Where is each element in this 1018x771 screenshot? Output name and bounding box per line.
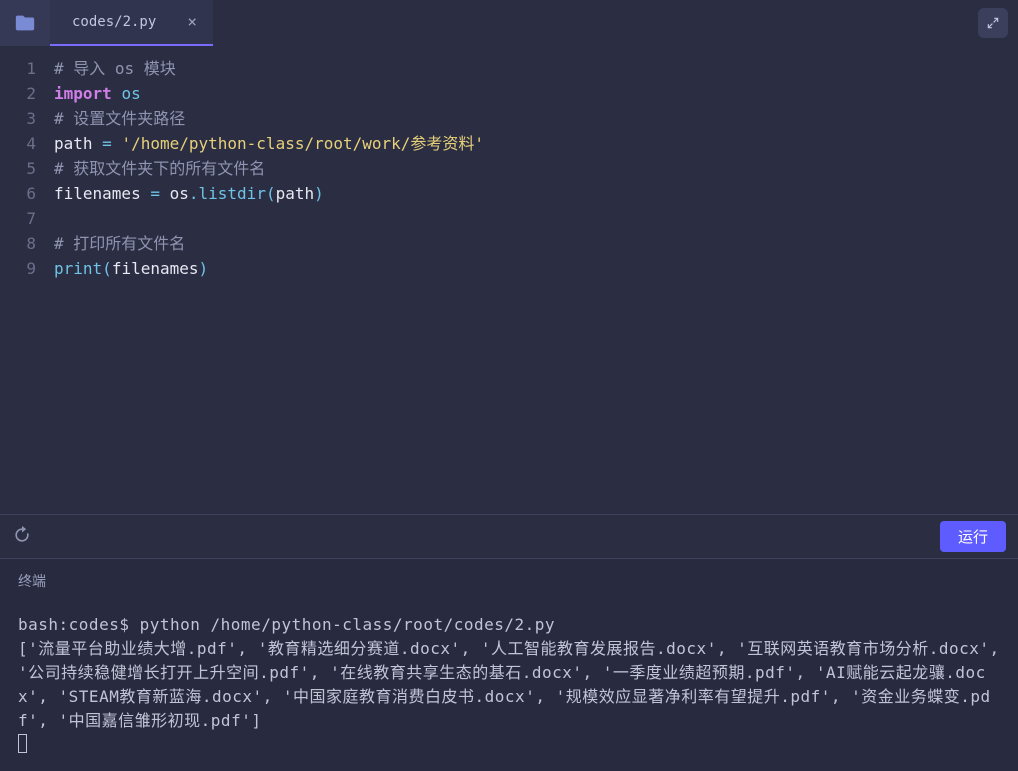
code-line: path = '/home/python-class/root/work/参考资… <box>54 131 1018 156</box>
terminal-title: 终端 <box>18 571 1000 591</box>
code-area[interactable]: # 导入 os 模块import os# 设置文件夹路径path = '/hom… <box>44 56 1018 514</box>
terminal-panel: 终端 bash:codes$ python /home/python-class… <box>0 558 1018 771</box>
terminal-cursor <box>18 734 27 753</box>
code-line: # 获取文件夹下的所有文件名 <box>54 156 1018 181</box>
line-number: 3 <box>0 106 36 131</box>
action-bar: 运行 <box>0 514 1018 558</box>
line-gutter: 1 2 3 4 5 6 7 8 9 <box>0 56 44 514</box>
line-number: 4 <box>0 131 36 156</box>
file-explorer-button[interactable] <box>0 0 50 46</box>
reset-button[interactable] <box>12 525 32 549</box>
line-number: 7 <box>0 206 36 231</box>
line-number: 1 <box>0 56 36 81</box>
line-number: 8 <box>0 231 36 256</box>
code-line: # 打印所有文件名 <box>54 231 1018 256</box>
code-editor[interactable]: 1 2 3 4 5 6 7 8 9 # 导入 os 模块import os# 设… <box>0 46 1018 514</box>
fullscreen-button[interactable] <box>978 8 1008 38</box>
tab-filename: codes/2.py <box>72 14 156 30</box>
line-number: 5 <box>0 156 36 181</box>
terminal-prompt: bash:codes$ <box>18 615 140 634</box>
code-line: # 设置文件夹路径 <box>54 106 1018 131</box>
expand-icon <box>986 16 1000 30</box>
terminal-output[interactable]: bash:codes$ python /home/python-class/ro… <box>18 613 1000 757</box>
code-line: # 导入 os 模块 <box>54 56 1018 81</box>
folder-icon <box>14 12 36 34</box>
editor-tab[interactable]: codes/2.py × <box>50 0 213 46</box>
line-number: 6 <box>0 181 36 206</box>
code-line: print(filenames) <box>54 256 1018 281</box>
run-button[interactable]: 运行 <box>940 521 1006 552</box>
close-icon[interactable]: × <box>187 14 197 30</box>
code-line: import os <box>54 81 1018 106</box>
reset-icon <box>12 525 32 545</box>
code-line <box>54 206 1018 231</box>
top-bar: codes/2.py × <box>0 0 1018 46</box>
terminal-command: python /home/python-class/root/codes/2.p… <box>140 615 555 634</box>
code-line: filenames = os.listdir(path) <box>54 181 1018 206</box>
line-number: 2 <box>0 81 36 106</box>
line-number: 9 <box>0 256 36 281</box>
terminal-output-text: ['流量平台助业绩大增.pdf', '教育精选细分赛道.docx', '人工智能… <box>18 639 1010 730</box>
